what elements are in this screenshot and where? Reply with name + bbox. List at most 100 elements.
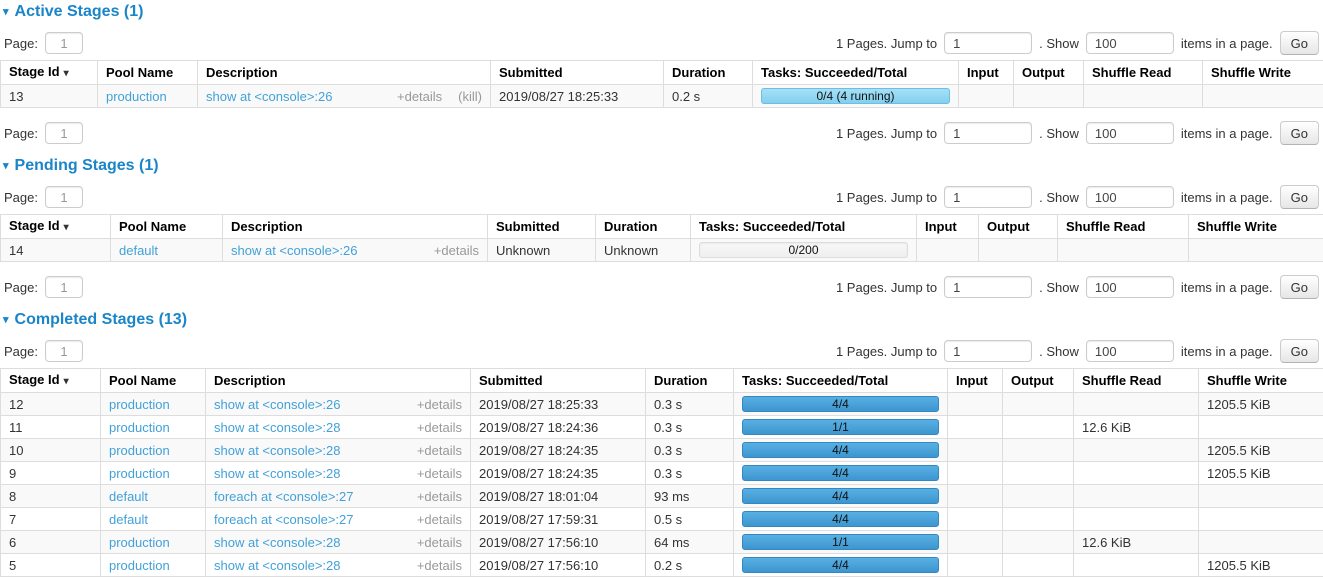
page-label: Page: (4, 126, 38, 141)
col-header-output[interactable]: Output (979, 215, 1058, 239)
col-header-shuffle-read[interactable]: Shuffle Read (1074, 369, 1199, 393)
col-header-tasks-succeeded-total[interactable]: Tasks: Succeeded/Total (734, 369, 948, 393)
output-cell (979, 239, 1058, 262)
tasks-cell: 4/4 (734, 439, 948, 462)
details-link[interactable]: +details (434, 242, 479, 259)
pool-link[interactable]: production (109, 443, 170, 458)
description-cell: foreach at <console>:27 +details (206, 485, 471, 508)
pool-link[interactable]: production (109, 397, 170, 412)
output-cell (1003, 462, 1074, 485)
page-number-input[interactable] (45, 276, 83, 298)
col-header-duration[interactable]: Duration (596, 215, 691, 239)
duration-cell: 0.3 s (646, 393, 734, 416)
section-title-pending-stages[interactable]: ▾ Pending Stages (1) (0, 157, 1323, 175)
pool-cell: production (101, 462, 206, 485)
col-header-submitted[interactable]: Submitted (488, 215, 596, 239)
section-title-completed-stages[interactable]: ▾ Completed Stages (13) (0, 311, 1323, 329)
pool-link[interactable]: default (109, 512, 148, 527)
pool-link[interactable]: default (109, 489, 148, 504)
details-link[interactable]: +details (417, 465, 462, 482)
description-link[interactable]: show at <console>:26 (231, 242, 357, 259)
go-button[interactable]: Go (1280, 31, 1319, 55)
col-header-submitted[interactable]: Submitted (491, 61, 664, 85)
pages-count-text: 1 Pages. Jump to (836, 36, 937, 51)
details-link[interactable]: +details (417, 534, 462, 551)
input-cell (948, 416, 1003, 439)
items-per-page-input[interactable] (1086, 122, 1174, 144)
go-button[interactable]: Go (1280, 275, 1319, 299)
col-header-description[interactable]: Description (198, 61, 491, 85)
col-header-stage-id[interactable]: Stage Id▾ (1, 61, 98, 85)
jump-to-page-input[interactable] (944, 340, 1032, 362)
jump-to-page-input[interactable] (944, 276, 1032, 298)
col-header-input[interactable]: Input (917, 215, 979, 239)
description-link[interactable]: show at <console>:28 (214, 557, 340, 574)
jump-to-page-input[interactable] (944, 186, 1032, 208)
col-header-input[interactable]: Input (959, 61, 1014, 85)
tasks-cell: 0/200 (691, 239, 917, 262)
description-link[interactable]: show at <console>:28 (214, 534, 340, 551)
page-number-input[interactable] (45, 186, 83, 208)
items-per-page-input[interactable] (1086, 186, 1174, 208)
section-title-active-stages[interactable]: ▾ Active Stages (1) (0, 3, 1323, 21)
description-link[interactable]: show at <console>:28 (214, 465, 340, 482)
col-header-output[interactable]: Output (1014, 61, 1084, 85)
pool-link[interactable]: default (119, 243, 158, 258)
go-button[interactable]: Go (1280, 185, 1319, 209)
details-link[interactable]: +details (417, 557, 462, 574)
go-button[interactable]: Go (1280, 121, 1319, 145)
sort-arrow-icon: ▾ (64, 376, 69, 387)
description-link[interactable]: foreach at <console>:27 (214, 488, 354, 505)
items-per-page-input[interactable] (1086, 340, 1174, 362)
description-link[interactable]: show at <console>:28 (214, 419, 340, 436)
shuffle-read-cell (1074, 439, 1199, 462)
details-link[interactable]: +details (417, 419, 462, 436)
col-header-shuffle-read[interactable]: Shuffle Read (1084, 61, 1203, 85)
details-link[interactable]: +details (417, 396, 462, 413)
col-header-output[interactable]: Output (1003, 369, 1074, 393)
details-link[interactable]: +details (417, 442, 462, 459)
pool-link[interactable]: production (109, 420, 170, 435)
col-header-duration[interactable]: Duration (646, 369, 734, 393)
col-header-shuffle-read[interactable]: Shuffle Read (1058, 215, 1189, 239)
col-header-pool-name[interactable]: Pool Name (111, 215, 223, 239)
col-header-shuffle-write[interactable]: Shuffle Write (1203, 61, 1323, 85)
kill-link[interactable]: (kill) (458, 88, 482, 105)
description-link[interactable]: foreach at <console>:27 (214, 511, 354, 528)
page-number-input[interactable] (45, 122, 83, 144)
col-header-description[interactable]: Description (223, 215, 488, 239)
shuffle-read-cell (1058, 239, 1189, 262)
description-link[interactable]: show at <console>:26 (214, 396, 340, 413)
duration-cell: 0.2 s (646, 554, 734, 577)
description-link[interactable]: show at <console>:26 (206, 88, 332, 105)
pool-link[interactable]: production (109, 558, 170, 573)
jump-to-page-input[interactable] (944, 122, 1032, 144)
col-header-duration[interactable]: Duration (664, 61, 753, 85)
items-per-page-input[interactable] (1086, 276, 1174, 298)
pool-link[interactable]: production (109, 535, 170, 550)
items-per-page-input[interactable] (1086, 32, 1174, 54)
col-header-submitted[interactable]: Submitted (471, 369, 646, 393)
col-header-shuffle-write[interactable]: Shuffle Write (1199, 369, 1323, 393)
description-link[interactable]: show at <console>:28 (214, 442, 340, 459)
col-header-stage-id[interactable]: Stage Id▾ (1, 369, 101, 393)
jump-to-page-input[interactable] (944, 32, 1032, 54)
page-number-input[interactable] (45, 32, 83, 54)
col-header-description[interactable]: Description (206, 369, 471, 393)
page-number-input[interactable] (45, 340, 83, 362)
details-link[interactable]: +details (397, 88, 442, 105)
col-header-tasks-succeeded-total[interactable]: Tasks: Succeeded/Total (691, 215, 917, 239)
col-header-shuffle-write[interactable]: Shuffle Write (1189, 215, 1323, 239)
pool-link[interactable]: production (106, 89, 167, 104)
submitted-cell: 2019/08/27 18:24:35 (471, 439, 646, 462)
col-header-tasks-succeeded-total[interactable]: Tasks: Succeeded/Total (753, 61, 959, 85)
description-cell: show at <console>:26 +details (206, 393, 471, 416)
details-link[interactable]: +details (417, 511, 462, 528)
col-header-input[interactable]: Input (948, 369, 1003, 393)
details-link[interactable]: +details (417, 488, 462, 505)
col-header-pool-name[interactable]: Pool Name (101, 369, 206, 393)
go-button[interactable]: Go (1280, 339, 1319, 363)
col-header-stage-id[interactable]: Stage Id▾ (1, 215, 111, 239)
pool-link[interactable]: production (109, 466, 170, 481)
col-header-pool-name[interactable]: Pool Name (98, 61, 198, 85)
